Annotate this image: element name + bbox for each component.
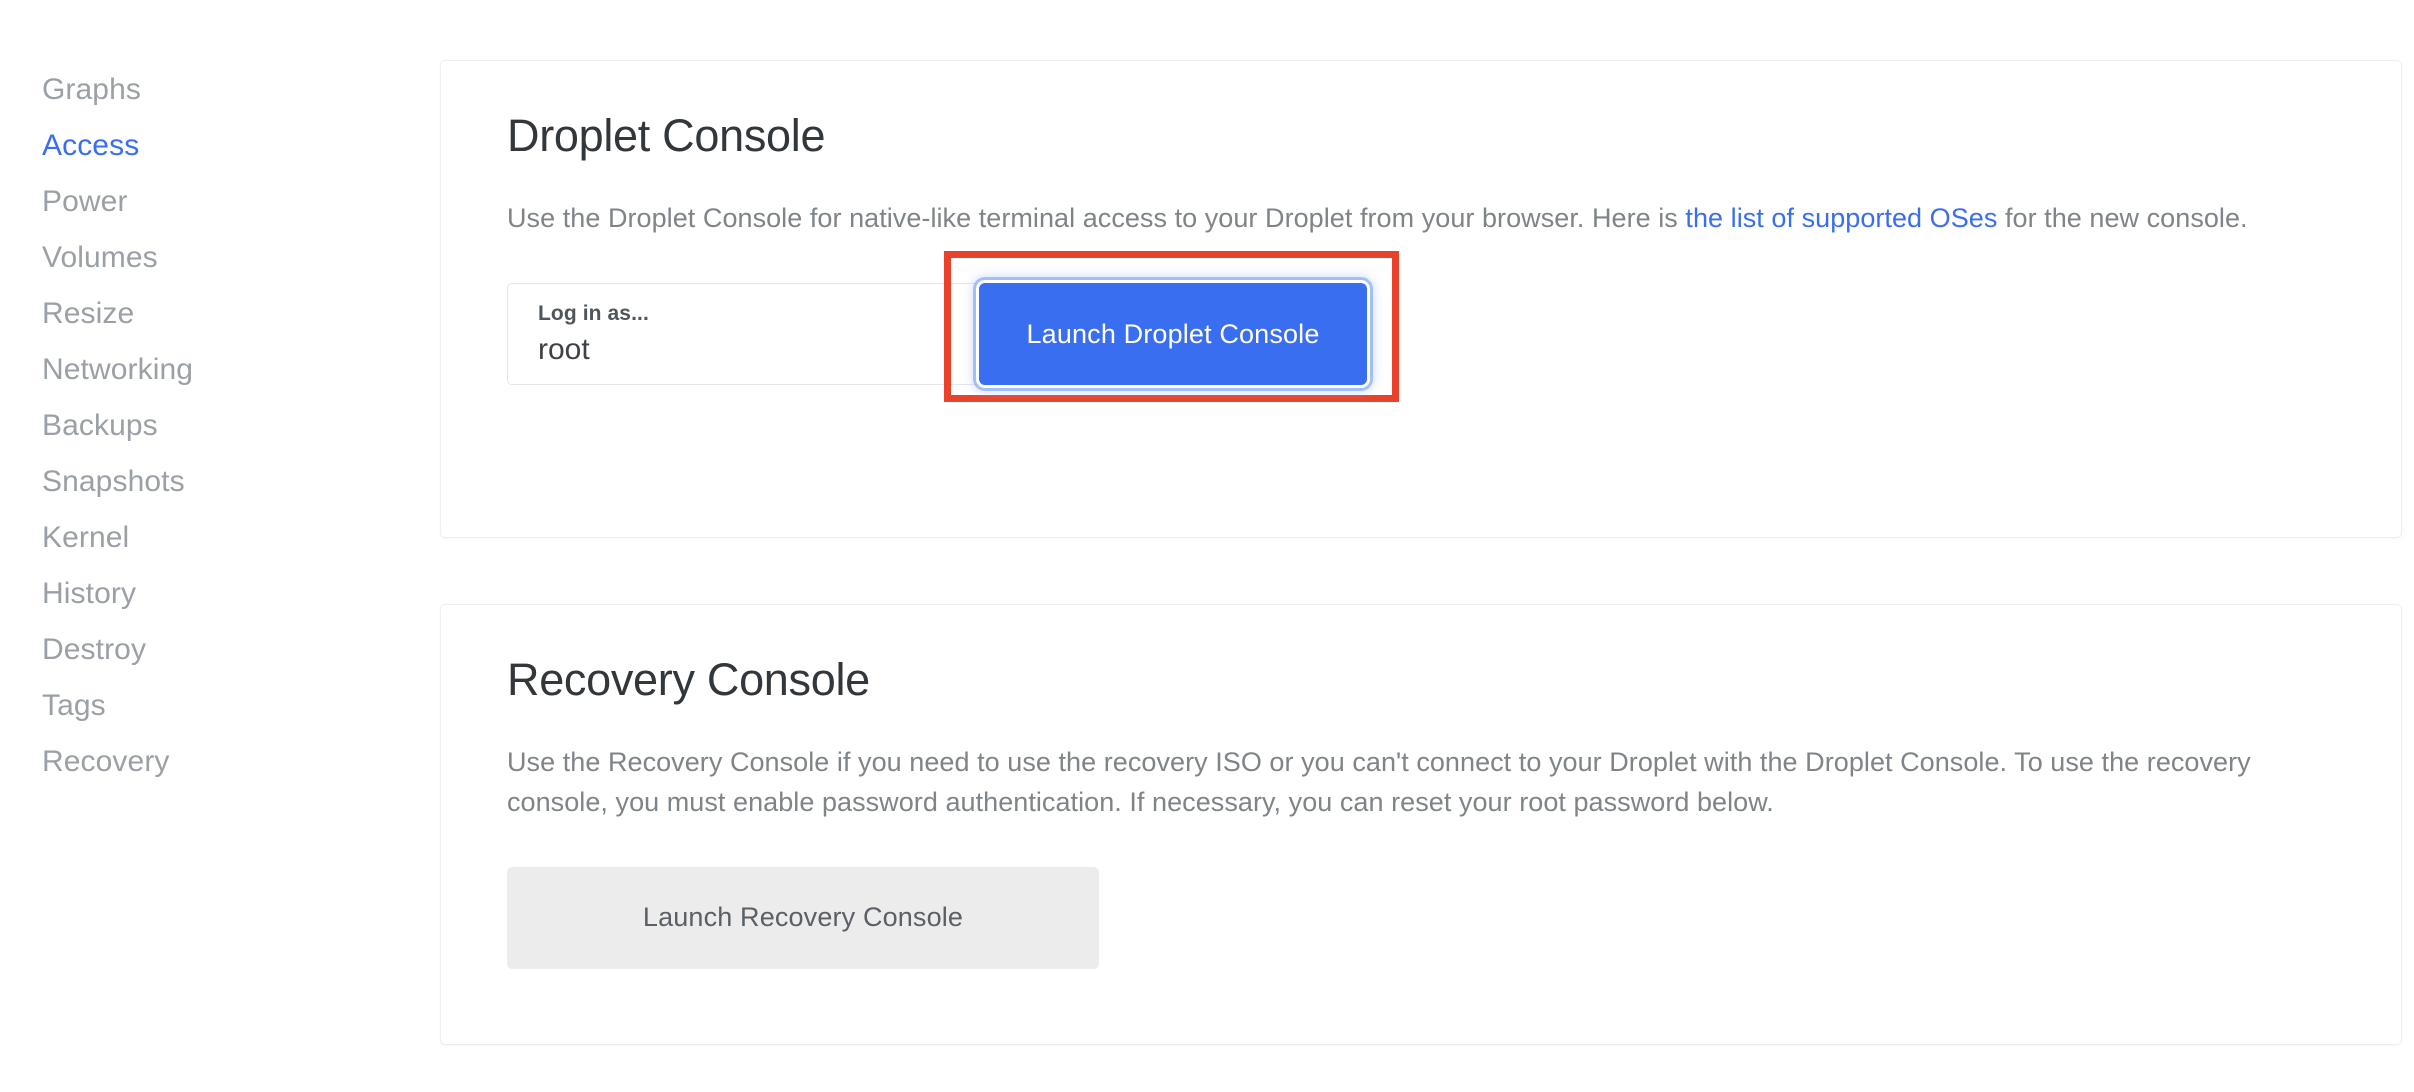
droplet-console-title: Droplet Console [507, 110, 826, 161]
recovery-console-card: Recovery Console Use the Recovery Consol… [440, 604, 2402, 1045]
recovery-console-description: Use the Recovery Console if you need to … [507, 747, 2251, 818]
sidebar-nav: Graphs Access Power Volumes Resize Netwo… [0, 0, 440, 1092]
sidebar-item-snapshots[interactable]: Snapshots [0, 454, 440, 510]
login-as-value: root [538, 333, 590, 367]
sidebar-item-tags[interactable]: Tags [0, 678, 440, 734]
launch-droplet-console-button[interactable]: Launch Droplet Console [979, 283, 1367, 386]
sidebar-item-networking[interactable]: Networking [0, 342, 440, 398]
droplet-console-card-body: Droplet Console Use the Droplet Console … [441, 61, 2401, 403]
sidebar-item-power[interactable]: Power [0, 174, 440, 230]
droplet-console-action-row: Log in as... root Launch Droplet Console [507, 251, 2335, 403]
launch-recovery-console-button[interactable]: Launch Recovery Console [507, 866, 1099, 969]
sidebar-item-recovery[interactable]: Recovery [0, 734, 440, 790]
supported-oses-link[interactable]: the list of supported OSes [1685, 203, 1997, 233]
sidebar-item-destroy[interactable]: Destroy [0, 622, 440, 678]
droplet-access-page: Graphs Access Power Volumes Resize Netwo… [0, 0, 2414, 1092]
recovery-console-card-body: Recovery Console Use the Recovery Consol… [441, 605, 2401, 969]
droplet-console-description-part2: for the new console. [1997, 203, 2248, 234]
sidebar-item-volumes[interactable]: Volumes [0, 230, 440, 286]
main-content: Droplet Console Use the Droplet Console … [440, 0, 2414, 1092]
recovery-console-title: Recovery Console [507, 654, 870, 705]
sidebar-item-history[interactable]: History [0, 566, 440, 622]
droplet-console-card: Droplet Console Use the Droplet Console … [440, 60, 2402, 538]
sidebar-item-backups[interactable]: Backups [0, 398, 440, 454]
sidebar-item-access[interactable]: Access [0, 118, 440, 174]
sidebar-item-kernel[interactable]: Kernel [0, 510, 440, 566]
sidebar-item-resize[interactable]: Resize [0, 286, 440, 342]
droplet-console-description: Use the Droplet Console for native-like … [507, 199, 2307, 239]
sidebar-item-graphs[interactable]: Graphs [0, 62, 440, 118]
login-as-label: Log in as... [538, 302, 649, 326]
login-as-input[interactable]: Log in as... root [507, 283, 983, 386]
droplet-console-description-part1: Use the Droplet Console for native-like … [507, 203, 1686, 234]
